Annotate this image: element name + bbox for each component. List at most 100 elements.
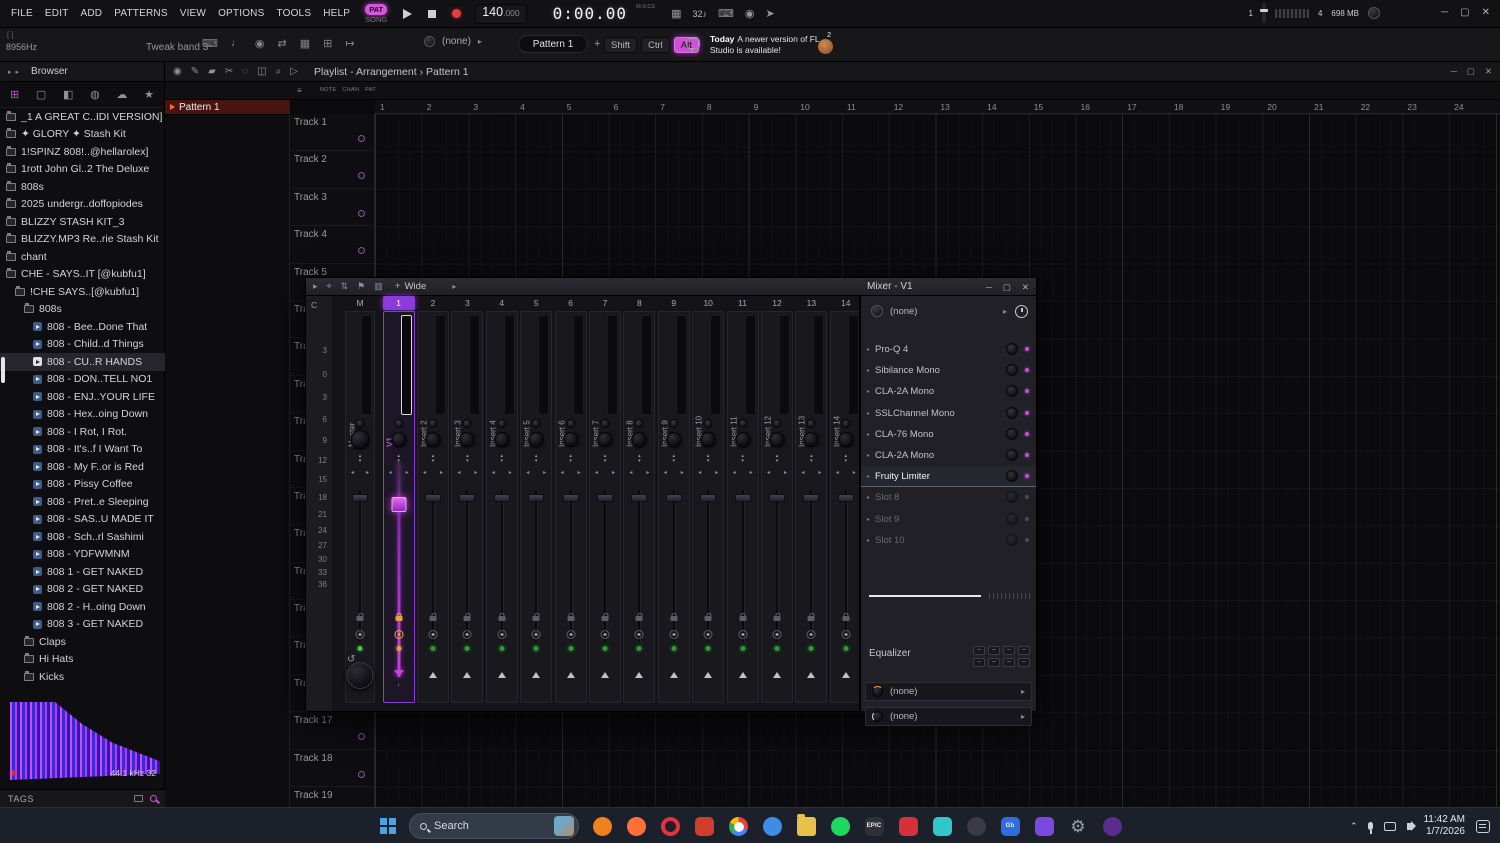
mixer-sort-icon[interactable]: ⇅ [341,281,349,292]
slot-arrow-icon[interactable]: ▸ [867,452,875,459]
voicemod-icon[interactable] [896,814,920,838]
browser-sample-item[interactable]: 808 - DON..TELL NO1 [0,371,165,389]
fader-handle[interactable] [352,494,368,502]
playlist-minimize-icon[interactable]: ─ [1451,66,1457,77]
search-highlight-thumbnail[interactable] [554,816,574,836]
stereo-knob[interactable] [803,432,819,447]
browser-folder-item[interactable]: 808s [0,301,165,319]
track-row[interactable]: Track 4 [290,226,374,264]
channel-number[interactable]: M [345,296,375,310]
stereo-knob[interactable] [350,430,370,449]
add-pattern-button[interactable]: + [594,38,600,50]
slot-enable-led[interactable] [1025,516,1029,521]
eq-band-icon[interactable]: ~ [973,658,985,667]
slot-enable-led[interactable] [1025,431,1029,436]
channel-strip-body[interactable]: Insert 11 ▴ ▾ ◂ ▸ [726,311,759,703]
timeline-bar-17[interactable]: 17 [1127,102,1136,112]
playback-tool-icon[interactable]: ▷ [290,66,298,77]
link-arrows-icon[interactable]: ▴ ▾ [831,454,861,464]
fader-handle[interactable] [459,494,476,502]
file-explorer-icon[interactable] [794,813,818,838]
fader-lock-icon[interactable] [842,613,850,621]
track-row[interactable]: Track 3 [290,189,374,227]
patterns-category-icon[interactable]: ⊞ [10,88,19,101]
playlist-menu-icon[interactable]: ◉ [173,66,182,77]
metronome-icon[interactable]: ♩ [231,37,242,50]
fader-lock-icon[interactable] [704,613,712,621]
route-up-icon[interactable] [841,672,850,678]
mute-led[interactable] [430,646,436,651]
notification-center-icon[interactable] [1476,819,1490,833]
browser-folder-item[interactable]: chant [0,248,165,266]
fx-slot-4[interactable]: ▸ SSLChannel Mono [861,403,1036,424]
fader-handle[interactable] [597,494,613,502]
pan-knob[interactable] [355,419,365,428]
route-up-icon[interactable] [532,672,541,678]
menu-item-help[interactable]: HELP [318,5,355,22]
browser-folder-item[interactable]: 808s [0,178,165,196]
timeline-bar-15[interactable]: 15 [1034,102,1043,112]
note-length-value[interactable]: 32♪ [692,9,707,19]
pan-knob[interactable] [600,419,610,428]
channel-strip-body[interactable]: Insert 8 ▴ ▾ ◂ ▸ [623,311,656,703]
tempo-display[interactable]: 140.000 [475,3,527,24]
time-settings-icon[interactable] [1015,304,1028,318]
channel-strip-body[interactable]: Insert 3 ▴ ▾ ◂ ▸ [451,311,484,703]
pan-knob[interactable] [497,419,507,428]
eq-band-icon[interactable]: ~ [988,646,1000,655]
mixer-channel-5[interactable]: 5 Insert 5 ▴ ▾ ◂ ▸ [520,296,553,708]
swap-arrows-icon[interactable]: ◂ ▸ [728,469,758,476]
arm-record-button[interactable] [394,630,404,639]
link-arrows-icon[interactable]: ▴ ▾ [521,454,551,464]
mute-led[interactable] [740,646,746,651]
route-up-icon[interactable] [463,672,472,678]
browser-folder-item[interactable]: Percs + Rims [0,686,165,689]
combo-next-icon[interactable]: ▸ [478,37,482,46]
swap-arrows-icon[interactable]: ◂ ▸ [346,469,374,476]
master-volume-knob[interactable] [1368,7,1380,19]
mixer-channel-13[interactable]: 13 Insert 13 ▴ ▾ ◂ ▸ [795,296,828,708]
timeline-bar-20[interactable]: 20 [1267,102,1276,112]
pan-knob[interactable] [462,419,472,428]
step-grid-icon[interactable]: ▦ [671,7,681,20]
swap-arrows-icon[interactable]: ◂ ▸ [487,469,517,476]
fader-handle[interactable] [493,494,510,502]
fx-input-arrow-icon[interactable]: ▸ [1003,307,1007,316]
mixer-minimize-icon[interactable]: ─ [986,282,992,293]
pan-knob[interactable] [634,419,644,428]
channel-strip-body[interactable]: Insert 10 ▴ ▾ ◂ ▸ [692,311,725,703]
stereo-knob[interactable] [735,432,751,447]
slot-enable-led[interactable] [1025,347,1029,351]
mute-led[interactable] [671,646,677,651]
browser-folder-item[interactable]: 1rott John Gl..2 The Deluxe [0,161,165,179]
mixer-channel-6[interactable]: 6 Insert 6 ▴ ▾ ◂ ▸ [554,296,587,708]
multilink-icon[interactable]: ⊞ [323,37,332,50]
channel-number[interactable]: 5 [520,296,552,310]
mixer-channel-11[interactable]: 11 Insert 11 ▴ ▾ ◂ ▸ [726,296,759,708]
clipchamp-icon[interactable] [1032,814,1056,838]
track-row[interactable]: Track 18 [290,750,374,788]
link-arrows-icon[interactable]: ▴ ▾ [556,454,586,464]
stereo-knob[interactable] [666,432,682,447]
fader-handle[interactable] [700,494,717,502]
track-mute-dot[interactable] [358,770,365,778]
fader-lock-icon[interactable] [532,613,540,621]
link-arrows-icon[interactable]: ▴ ▾ [659,454,689,464]
fx-slot-1[interactable]: ▸ Pro-Q 4 [861,339,1036,360]
channel-number[interactable]: 4 [486,296,518,310]
browser-sample-item[interactable]: 808 - My F..or is Red [0,458,165,476]
fader-lock-icon[interactable] [773,613,781,621]
pan-knob[interactable] [531,419,541,428]
swap-arrows-icon[interactable]: ◂ ▸ [659,469,689,476]
fader-lock-icon[interactable] [463,613,471,621]
swap-arrows-icon[interactable]: ◂ ▸ [762,469,792,476]
pan-knob[interactable] [394,419,404,428]
cut-tool-icon[interactable]: ✂ [225,66,233,77]
channel-number[interactable]: 6 [555,296,587,310]
browser-folder-item[interactable]: _1 A GREAT C..IDI VERSION] [0,108,165,126]
folder-icon[interactable] [134,795,143,802]
swap-arrows-icon[interactable]: ◂ ▸ [418,469,448,476]
mixer-view-icon[interactable]: ▥ [374,281,383,292]
stereo-knob[interactable] [425,432,441,447]
pattern-list-item[interactable]: Pattern 1 [165,100,289,115]
